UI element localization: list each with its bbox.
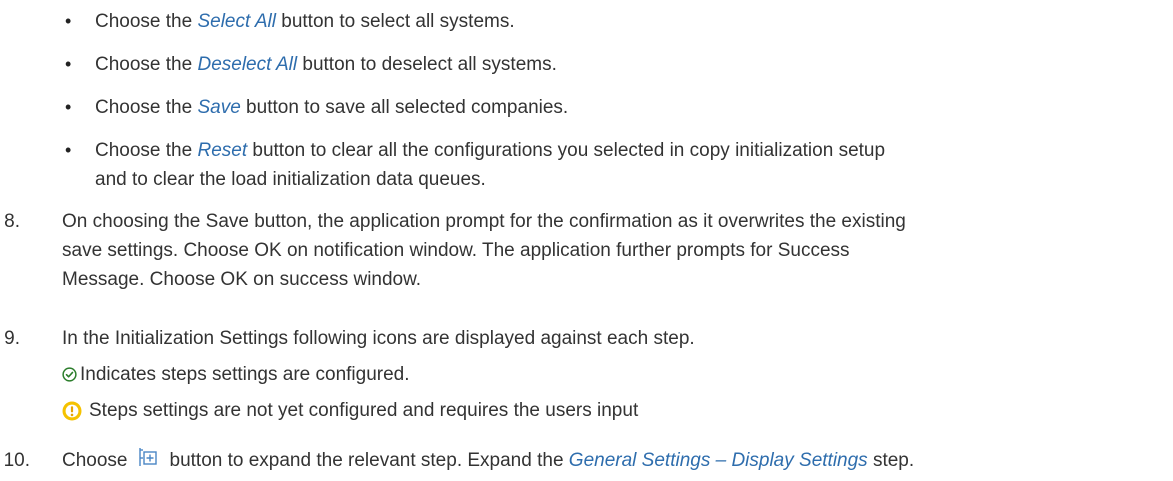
general-settings-link[interactable]: General Settings – Display Settings	[569, 450, 868, 471]
warn-legend-row: Steps settings are not yet configured an…	[62, 396, 1167, 425]
check-legend-text: Indicates steps settings are configured.	[80, 364, 410, 385]
expand-all-icon[interactable]	[136, 446, 158, 468]
step-10-text: Choose button to expand the relevant ste…	[62, 446, 1167, 475]
step-9-line-1: In the Initialization Settings following…	[62, 328, 695, 349]
bullet-item-reset: • Choose the Reset button to clear all t…	[65, 136, 1155, 194]
step-8-line-2: save settings. Choose OK on notification…	[62, 240, 850, 261]
bullet-text-pre: Choose the	[95, 97, 198, 118]
bullet-dot: •	[65, 54, 72, 74]
bullet-text-post: button to deselect all systems.	[297, 54, 557, 75]
step-10-post: step.	[867, 450, 915, 471]
step-8-text: On choosing the Save button, the applica…	[62, 207, 1167, 294]
step-number: 8.	[4, 211, 20, 232]
step-number: 9.	[4, 328, 20, 349]
bullet-dot: •	[65, 140, 72, 160]
step-number: 10.	[3, 450, 30, 471]
step-9-text: In the Initialization Settings following…	[62, 324, 1167, 425]
check-circle-icon	[62, 367, 77, 382]
bullet-text-post: button to save all selected companies.	[240, 97, 569, 118]
step-10-pre: Choose	[62, 450, 128, 471]
bullet-text-pre: Choose the	[95, 54, 198, 75]
bullet-item-save: • Choose the Save button to save all sel…	[65, 93, 1155, 122]
bullet-text-post: button to clear all the configurations y…	[247, 140, 886, 161]
save-link[interactable]: Save	[197, 97, 240, 118]
bullet-item-deselect-all: • Choose the Deselect All button to dese…	[65, 50, 1155, 79]
select-all-link[interactable]: Select All	[197, 11, 276, 32]
bullet-text-pre: Choose the	[95, 11, 198, 32]
bullet-dot: •	[65, 97, 72, 117]
step-10-mid: button to expand the relevant step. Expa…	[169, 450, 569, 471]
bullet-text-line2: and to clear the load initialization dat…	[95, 169, 486, 190]
reset-link[interactable]: Reset	[197, 140, 247, 161]
step-8-line-3: Message. Choose OK on success window.	[62, 269, 422, 290]
bullet-text-post: button to select all systems.	[275, 11, 515, 32]
check-legend-row: Indicates steps settings are configured.	[62, 360, 1167, 389]
warning-circle-icon	[62, 401, 82, 420]
step-8-line-1: On choosing the Save button, the applica…	[62, 211, 906, 232]
bullet-item-select-all: • Choose the Select All button to select…	[65, 7, 1155, 36]
bullet-dot: •	[65, 11, 72, 31]
warn-legend-text: Steps settings are not yet configured an…	[89, 400, 639, 421]
bullet-text-pre: Choose the	[95, 140, 198, 161]
deselect-all-link[interactable]: Deselect All	[197, 54, 297, 75]
